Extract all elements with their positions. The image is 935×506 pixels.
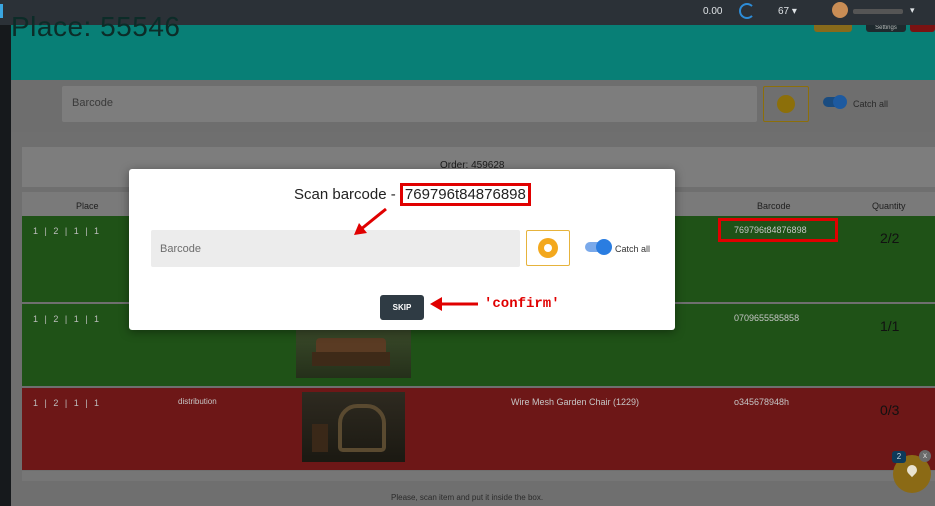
background-catch-all-toggle[interactable] <box>823 95 847 109</box>
column-header-place: Place <box>76 201 99 211</box>
confirm-annotation: 'confirm' <box>484 296 560 312</box>
map-pin-icon <box>904 462 920 478</box>
page-header: Place: 55546 Settings <box>11 11 935 80</box>
catch-all-toggle[interactable] <box>585 239 612 255</box>
row-type: distribution <box>178 397 217 406</box>
location-fab[interactable]: 2 x <box>892 450 931 493</box>
user-menu-chevron-down-icon[interactable]: ▾ <box>910 5 915 16</box>
row-quantity: 2/2 <box>880 230 900 246</box>
catch-all-label: Catch all <box>853 99 889 109</box>
row-quantity: 0/3 <box>880 402 900 418</box>
arrow-to-input-icon <box>354 207 387 235</box>
modal-title: Scan barcode - 769796t84876898 <box>294 183 531 206</box>
barcode-placeholder: Barcode <box>72 97 113 109</box>
avatar[interactable] <box>832 2 848 18</box>
background-barcode-input[interactable]: Barcode <box>62 86 757 122</box>
count-dropdown[interactable]: 67 ▾ <box>778 6 797 17</box>
row-barcode: o345678948h <box>734 397 790 407</box>
product-thumbnail <box>296 328 411 378</box>
close-icon[interactable]: x <box>919 450 931 462</box>
balance-value: 0.00 <box>703 6 723 17</box>
settings-button[interactable]: Settings <box>866 25 906 32</box>
chair-image <box>338 404 386 452</box>
camera-shutter-icon <box>777 95 795 113</box>
row-place: 1 | 2 | 1 | 1 <box>33 314 102 324</box>
modal-title-barcode: 769796t84876898 <box>399 183 531 206</box>
background-camera-button[interactable] <box>763 86 809 122</box>
catch-all-label: Catch all <box>615 244 651 254</box>
modal-title-prefix: Scan barcode - <box>294 186 400 203</box>
sofa-image <box>312 338 390 366</box>
column-header-barcode: Barcode <box>757 201 791 211</box>
row-place: 1 | 2 | 1 | 1 <box>33 398 102 408</box>
arrow-to-skip-icon <box>430 297 478 311</box>
header-danger-button[interactable] <box>910 25 935 32</box>
scan-hint: Please, scan item and put it inside the … <box>391 493 544 502</box>
row-place: 1 | 2 | 1 | 1 <box>33 226 102 236</box>
menu-edge-icon[interactable] <box>0 4 3 18</box>
stool-image <box>312 424 328 452</box>
skip-button[interactable]: SKIP <box>380 295 424 320</box>
table-row[interactable]: 1 | 2 | 1 | 1 distribution Wire Mesh Gar… <box>22 388 935 470</box>
camera-button[interactable] <box>526 230 570 266</box>
sidebar <box>0 25 11 506</box>
scan-barcode-modal: Scan barcode - 769796t84876898 Catch all… <box>129 169 675 330</box>
fab-count-badge: 2 <box>892 451 906 463</box>
camera-shutter-icon <box>538 238 558 258</box>
table-footer <box>22 471 935 481</box>
username-blurred[interactable] <box>853 9 903 14</box>
barcode-input[interactable] <box>151 230 520 267</box>
row-quantity: 1/1 <box>880 318 900 334</box>
page-title: Place: 55546 <box>11 11 181 42</box>
product-thumbnail <box>302 392 405 462</box>
refresh-icon[interactable] <box>739 3 755 19</box>
header-action-button[interactable] <box>814 25 852 32</box>
search-row: Barcode Catch all <box>11 80 935 132</box>
row-product-name: Wire Mesh Garden Chair (1229) <box>511 397 640 407</box>
barcode-highlight-box <box>718 218 838 242</box>
column-header-quantity: Quantity <box>872 201 906 211</box>
row-barcode: 0709655585858 <box>734 313 800 323</box>
